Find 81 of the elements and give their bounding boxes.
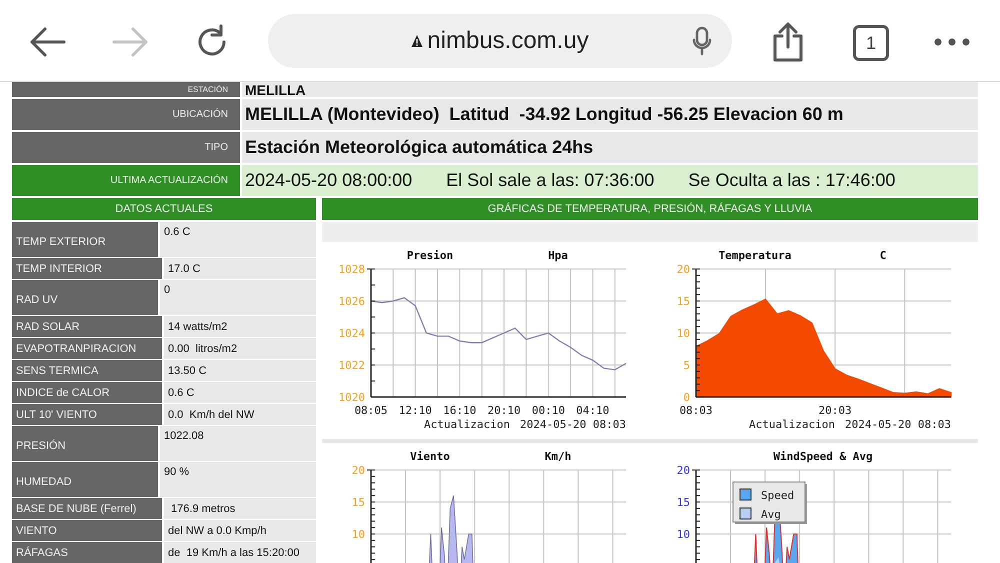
tick-label: 20:03 <box>818 404 852 417</box>
reading-label: SENS TERMICA <box>12 360 162 381</box>
update-time: 2024-05-20 08:03 <box>845 418 951 431</box>
sunrise-time: El Sol sale a las: 07:36:00 <box>446 170 654 191</box>
tick-label: 0 <box>683 391 690 404</box>
back-icon[interactable] <box>28 26 66 58</box>
reading-value: 90 % <box>160 462 316 497</box>
reading-value: 1022.08 <box>160 426 316 461</box>
field-label: UBICACIÓN <box>12 99 240 130</box>
chart-title: WindSpeed & Avg <box>773 450 873 463</box>
reading-value: 14 watts/m2 <box>164 316 316 337</box>
tick-label: 08:03 <box>679 404 713 417</box>
section-header: DATOS ACTUALES <box>12 198 316 220</box>
tabs-button[interactable]: 1 <box>853 25 889 61</box>
microphone-icon[interactable] <box>692 26 712 56</box>
reading-value: 0.6 C <box>164 382 316 403</box>
address-bar[interactable]: nimbus.com.uy <box>268 14 732 68</box>
unit-label: C <box>880 249 886 262</box>
reading-label: PRESIÓN <box>12 426 158 461</box>
tick-label: 00:10 <box>532 404 565 417</box>
tick-label: 20 <box>352 464 365 477</box>
reading-value: 17.0 C <box>164 258 316 279</box>
chart-title: Presion <box>406 249 454 262</box>
reading-value: 0.0 Km/h del NW <box>164 404 316 425</box>
reading-label: VIENTO <box>12 520 162 541</box>
tick-label: 1028 <box>338 263 365 276</box>
reading-label: RAD UV <box>12 280 158 315</box>
update-label: Actualizacion <box>424 418 510 431</box>
tick-label: 15 <box>676 496 690 509</box>
tick-label: 08:05 <box>354 404 388 417</box>
reading-label: BASE DE NUBE (Ferrel) <box>12 498 162 519</box>
reading-label: INDICE de CALOR <box>12 382 162 403</box>
field-label: TIPO <box>12 132 240 163</box>
reading-value: del NW a 0.0 Kmp/h <box>164 520 316 541</box>
tick-label: 15 <box>676 295 690 308</box>
tick-label: 04:10 <box>576 404 610 417</box>
tick-label: 1022 <box>338 359 365 372</box>
reading-label: EVAPOTRANPIRACION <box>12 338 162 359</box>
chart-title: Viento <box>410 450 450 463</box>
reading-value: 0 <box>160 280 316 315</box>
reading-label: TEMP INTERIOR <box>12 258 162 279</box>
tick-label: 20 <box>676 464 690 477</box>
field-value: MELILLA <box>242 82 978 97</box>
tick-label: 12:10 <box>398 404 432 417</box>
field-label: ULTIMA ACTUALIZACIÓN <box>12 165 240 196</box>
tick-label: 10 <box>352 528 365 541</box>
update-date: 2024-05-20 08:00:00 <box>245 170 412 191</box>
sunset-time: Se Oculta a las : 17:46:00 <box>688 170 896 191</box>
legend-label: Avg <box>761 508 781 521</box>
field-label: ESTACIÓN <box>12 82 240 97</box>
tick-label: 10 <box>676 528 690 541</box>
chart-title: Temperatura <box>718 249 792 262</box>
reading-label: RAD SOLAR <box>12 316 162 337</box>
tick-label: 1026 <box>338 295 365 308</box>
reading-value: de 19 Km/h a las 15:20:00 <box>164 542 316 563</box>
legend-label: Speed <box>761 489 794 502</box>
section-header: GRÁFICAS DE TEMPERATURA, PRESIÓN, RÁFAGAS Y LLUVIA <box>322 198 978 220</box>
tick-label: 20:10 <box>487 404 521 417</box>
tick-label: 20 <box>676 263 690 276</box>
update-time: 2024-05-20 08:03 <box>520 418 626 431</box>
reading-value: 13.50 C <box>164 360 316 381</box>
update-label: Actualizacion <box>748 418 836 431</box>
reading-label: ULT 10' VIENTO <box>12 404 162 425</box>
reading-label: RÁFAGAS <box>12 542 162 563</box>
unit-label: Km/h <box>544 450 572 463</box>
tick-label: 1020 <box>338 391 365 404</box>
field-value: MELILLA (Montevideo) Latitud -34.92 Longitud -56.25 Elevacion 60 m <box>242 99 978 130</box>
more-icon[interactable] <box>934 38 970 46</box>
reading-label: TEMP EXTERIOR <box>12 222 158 257</box>
reading-label: HUMEDAD <box>12 462 158 497</box>
tick-label: 5 <box>683 359 690 372</box>
tick-label: 16:10 <box>443 404 476 417</box>
tick-label: 10 <box>676 327 690 340</box>
field-value: Estación Meteorológica automática 24hs <box>242 132 978 163</box>
reading-value: 0.00 litros/m2 <box>164 338 316 359</box>
unit-label: Hpa <box>548 249 568 262</box>
reading-value: 0.6 C <box>160 222 316 257</box>
url-text: nimbus.com.uy <box>427 27 589 55</box>
tick-label: 1024 <box>338 327 365 340</box>
tick-label: 15 <box>352 496 365 509</box>
reading-value: 176.9 metros <box>164 498 316 519</box>
